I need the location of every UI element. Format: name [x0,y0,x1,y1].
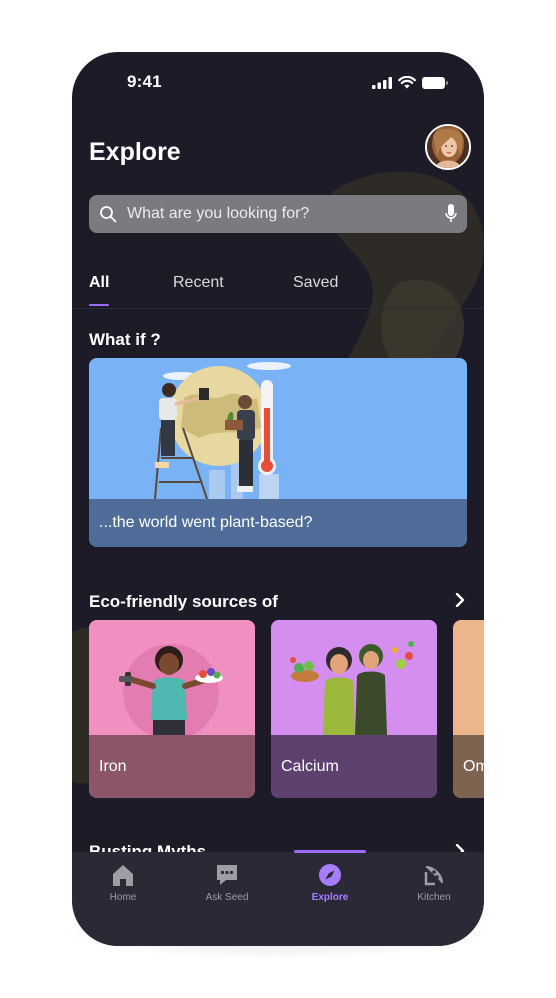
page-title: Explore [89,138,181,166]
tab-bar: All Recent Saved [72,274,484,309]
tab-active-indicator [89,304,109,306]
avatar-photo [427,126,469,168]
eco-card-caption-bar: Om [453,735,484,798]
tab-recent[interactable]: Recent [173,274,224,292]
eco-card-caption-bar: Calcium [271,735,437,798]
eco-see-all-chevron-icon[interactable] [454,593,466,607]
microphone-icon[interactable] [445,204,457,224]
wifi-icon [398,76,416,89]
status-time: 9:41 [127,72,162,91]
nav-label: Home [109,892,137,903]
nav-label: Ask Seed [205,892,249,903]
what-if-caption-bar: ...the world went plant-based? [89,499,467,547]
nav-explore[interactable]: Explore [290,862,370,903]
calcium-illustration [271,620,437,735]
tab-saved[interactable]: Saved [293,274,338,292]
battery-icon [422,76,448,89]
eco-card-label: Iron [99,758,127,775]
search-input[interactable] [125,204,429,224]
nav-label: Kitchen [417,892,451,903]
eco-section-title: Eco-friendly sources of [89,592,278,611]
nav-active-indicator [294,850,366,853]
what-if-illustration [89,358,467,500]
status-bar: 9:41 [72,52,484,112]
what-if-card[interactable]: ...the world went plant-based? [89,358,467,547]
nav-home[interactable]: Home [83,862,163,903]
signal-icon [372,76,392,89]
what-if-caption: ...the world went plant-based? [99,514,313,531]
chat-icon [217,865,237,885]
eco-card-omega[interactable]: Om [453,620,484,798]
tab-all[interactable]: All [89,274,109,292]
home-icon [113,865,133,886]
compass-icon [319,864,341,886]
phone-screen: 9:41 Explore What are you looking for? A… [72,52,484,946]
eco-card-calcium[interactable]: Calcium [271,620,437,798]
nav-ask-seed[interactable]: Ask Seed [187,862,267,903]
eco-card-iron[interactable]: Iron [89,620,255,798]
bottom-nav: Home Ask Seed Explore Kitchen [72,852,484,946]
nav-kitchen[interactable]: Kitchen [394,862,474,903]
eco-card-label: Om [463,758,484,775]
pizza-icon [424,866,443,886]
eco-card-caption-bar: Iron [89,735,255,798]
search-icon [100,206,117,223]
avatar[interactable] [425,124,471,170]
nav-label: Explore [311,892,349,903]
search-bar[interactable] [89,195,467,233]
status-icons [372,76,448,89]
iron-illustration [89,620,255,740]
what-if-title: What if ? [89,330,161,349]
eco-card-label: Calcium [281,758,339,775]
